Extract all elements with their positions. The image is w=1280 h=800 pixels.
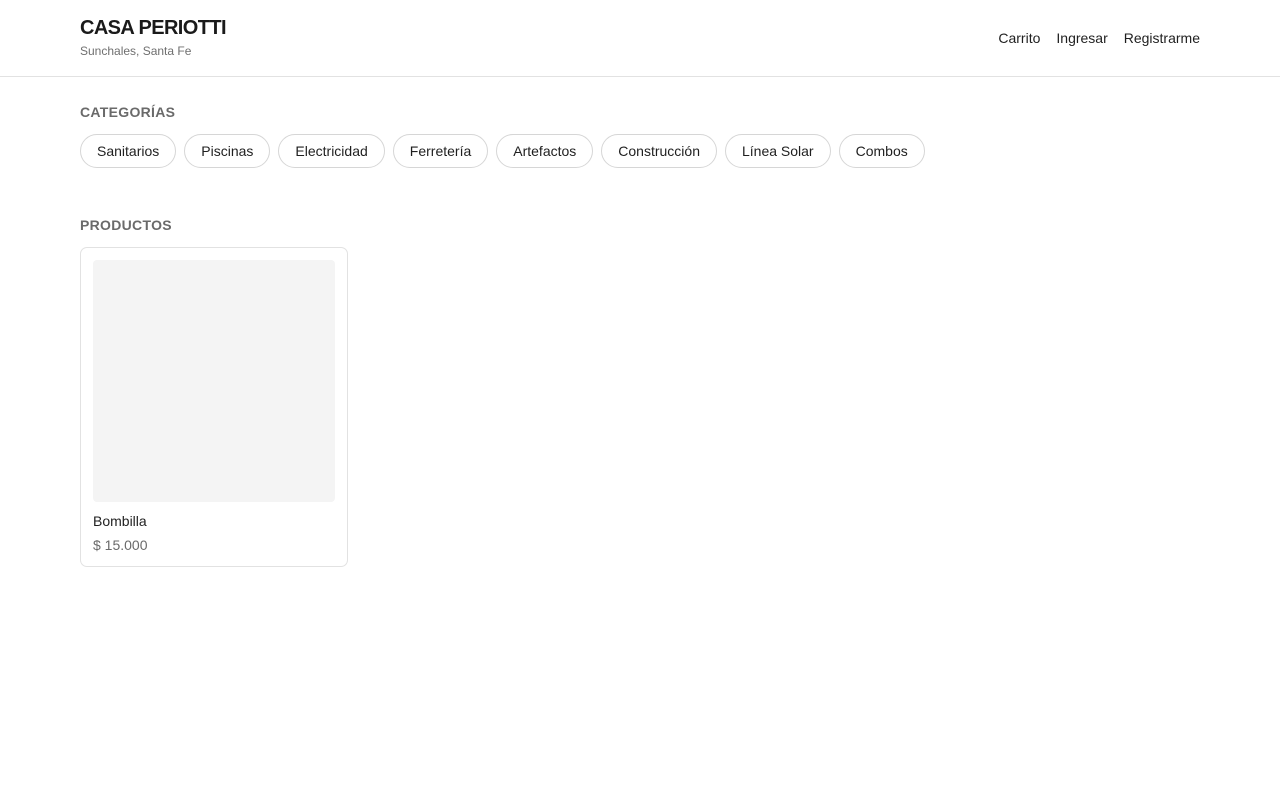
category-chip-piscinas[interactable]: Piscinas	[184, 134, 271, 168]
category-chip-artefactos[interactable]: Artefactos	[496, 134, 594, 168]
brand: CASA PERIOTTI Sunchales, Santa Fe	[80, 16, 227, 59]
product-price: $ 15.000	[93, 537, 148, 553]
main-nav: Carrito Ingresar Registrarme	[998, 29, 1200, 47]
nav-register-link[interactable]: Registrarme	[1124, 29, 1200, 47]
category-chip-construccion[interactable]: Construcción	[601, 134, 717, 168]
nav-login-link[interactable]: Ingresar	[1056, 29, 1107, 47]
products-section: PRODUCTOS Bombilla $ 15.000	[80, 216, 1200, 567]
category-chip-linea-solar[interactable]: Línea Solar	[724, 134, 831, 168]
nav-cart-link[interactable]: Carrito	[998, 29, 1040, 47]
main-content: CATEGORÍAS Sanitarios Piscinas Electrici…	[0, 77, 1280, 567]
brand-name[interactable]: CASA PERIOTTI	[80, 16, 227, 40]
category-chip-electricidad[interactable]: Electricidad	[278, 134, 385, 168]
brand-location: Sunchales, Santa Fe	[80, 43, 192, 58]
product-card[interactable]: Bombilla $ 15.000	[80, 247, 348, 567]
categories-title: CATEGORÍAS	[80, 104, 176, 120]
category-chip-combos[interactable]: Combos	[838, 134, 925, 168]
categories-section: CATEGORÍAS Sanitarios Piscinas Electrici…	[80, 77, 1200, 168]
product-grid: Bombilla $ 15.000	[80, 247, 1200, 567]
category-chip-ferreteria[interactable]: Ferretería	[392, 134, 489, 168]
site-header: CASA PERIOTTI Sunchales, Santa Fe Carrit…	[0, 0, 1280, 77]
product-image-placeholder	[93, 260, 335, 502]
category-chip-sanitarios[interactable]: Sanitarios	[80, 134, 177, 168]
product-name: Bombilla	[93, 513, 147, 529]
category-chips: Sanitarios Piscinas Electricidad Ferrete…	[80, 134, 1200, 168]
products-title: PRODUCTOS	[80, 217, 172, 233]
